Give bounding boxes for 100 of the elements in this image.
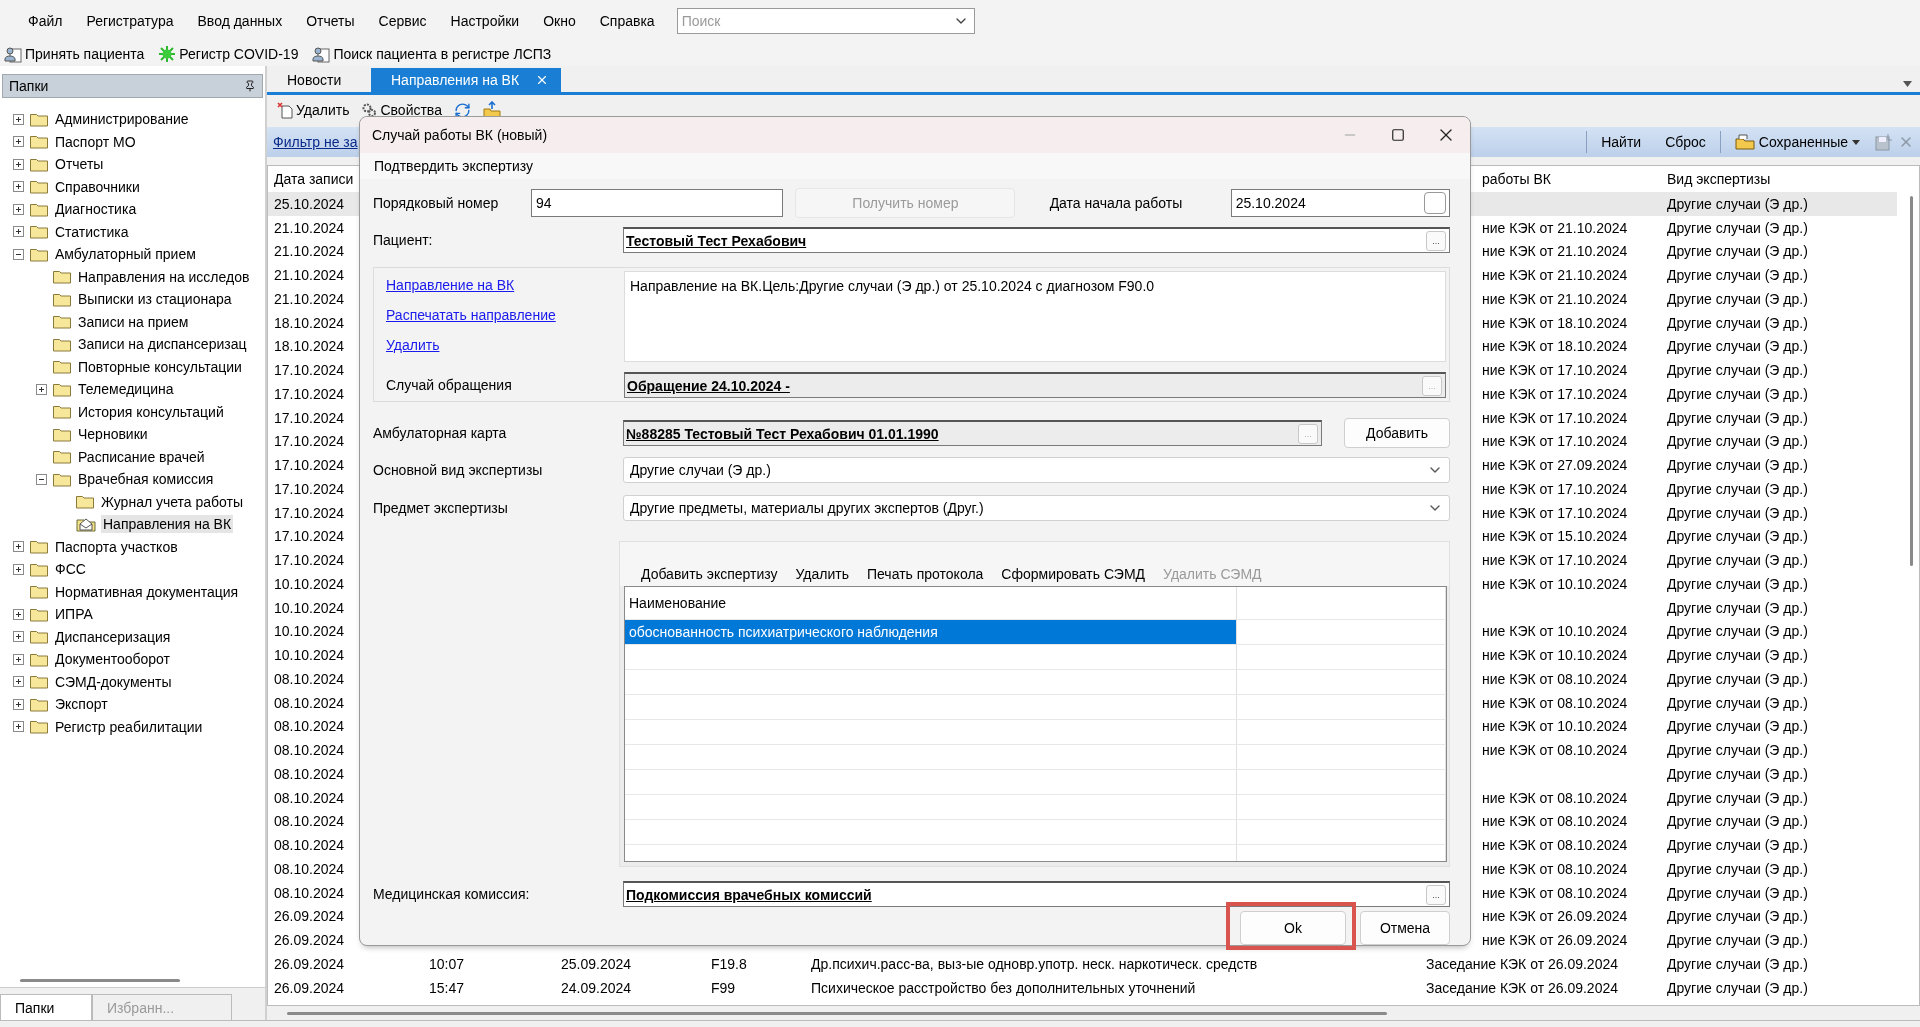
toolbar-button[interactable]: Печать протокола xyxy=(858,566,993,582)
toolbar-button[interactable]: Удалить xyxy=(786,566,858,582)
expand-icon[interactable] xyxy=(12,721,24,733)
expand-icon[interactable] xyxy=(12,181,24,193)
search-field[interactable]: Поиск xyxy=(676,8,975,34)
lookup-field[interactable]: Подкомиссия врачебных комиссий ... xyxy=(623,881,1450,907)
browse-button[interactable]: ... xyxy=(1426,884,1446,905)
table-row[interactable]: 26.09.2024 10:07 25.09.2024 F19.8 Др.психич.расс-ва, выз-ые одновр.употр. неск. наркотическ. средств Заседание КЭК от 26.09.2024 Другие случаи (Э др.) xyxy=(268,952,1897,976)
tree-item[interactable]: Документооборот xyxy=(53,650,172,669)
expand-icon[interactable] xyxy=(12,653,24,665)
tree-item[interactable]: Нормативная документация xyxy=(53,582,241,601)
column-header[interactable]: Дата записи xyxy=(274,171,354,187)
tree-item[interactable]: Администрирование xyxy=(53,110,191,129)
expand-icon[interactable] xyxy=(12,136,24,148)
column-header[interactable]: работы ВК xyxy=(1482,171,1551,187)
tree-item[interactable]: Выписки из стационара xyxy=(76,290,234,309)
expand-icon[interactable] xyxy=(12,608,24,620)
table-cell: 24.09.2024 xyxy=(561,979,632,996)
tree-item[interactable]: Черновики xyxy=(76,425,150,444)
toolbar-button[interactable]: Сформировать СЭМД xyxy=(992,566,1155,582)
tree-item[interactable]: Записи на прием xyxy=(76,312,191,331)
expand-icon[interactable] xyxy=(12,631,24,643)
filter-link[interactable]: Фильтр не за xyxy=(273,134,358,150)
ok-button[interactable]: Ok xyxy=(1240,911,1346,945)
action-link[interactable]: Направление на ВК xyxy=(386,277,624,293)
menu-item[interactable]: Ввод данных xyxy=(185,13,295,29)
tree-item[interactable]: Повторные консультации xyxy=(76,357,244,376)
toolbar-button[interactable]: Удалить xyxy=(275,101,352,119)
expand-icon[interactable] xyxy=(12,698,24,710)
tree-item[interactable]: Диспансеризация xyxy=(53,627,173,646)
date-field[interactable]: 25.10.2024 xyxy=(1230,189,1450,217)
scrollbar-icon[interactable] xyxy=(20,978,180,982)
expand-icon[interactable] xyxy=(12,541,24,553)
expand-icon[interactable] xyxy=(12,113,24,125)
document-tab[interactable]: Направления на ВК xyxy=(371,68,561,92)
tree-item[interactable]: Расписание врачей xyxy=(76,447,207,466)
menu-item[interactable]: Подтвердить экспертизу xyxy=(372,158,535,174)
tree-item[interactable]: Паспорта участков xyxy=(53,537,180,556)
tree-item[interactable]: ИПРА xyxy=(53,605,95,624)
table-row[interactable]: обоснованность психиатрического наблюдения xyxy=(625,620,1446,645)
expand-icon[interactable] xyxy=(12,203,24,215)
dropdown-icon[interactable] xyxy=(1903,81,1912,87)
tree-item[interactable]: Амбулаторный прием xyxy=(53,245,198,264)
tree-item[interactable]: Записи на диспансеризац xyxy=(76,335,249,354)
filter-button[interactable]: Найти xyxy=(1591,134,1652,150)
menu-item[interactable]: Отчеты xyxy=(294,13,367,29)
menu-item[interactable]: Сервис xyxy=(366,13,439,29)
scrollbar-icon[interactable] xyxy=(1910,196,1913,566)
cancel-button[interactable]: Отмена xyxy=(1360,911,1450,945)
tree-item[interactable]: Врачебная комиссия xyxy=(76,470,216,489)
tree-item[interactable]: ФСС xyxy=(53,560,88,579)
toolbar-button[interactable]: Свойства xyxy=(359,102,444,118)
expand-icon[interactable] xyxy=(12,563,24,575)
tree-item[interactable]: Направления на ВК xyxy=(101,515,234,534)
menu-item[interactable]: Файл xyxy=(16,13,75,29)
browse-button[interactable]: ... xyxy=(1426,230,1446,251)
document-tab[interactable]: Новости xyxy=(267,68,371,92)
menu-item[interactable]: Окно xyxy=(531,13,588,29)
tree-item[interactable]: История консультаций xyxy=(76,402,226,421)
table-row[interactable]: 26.09.2024 15:47 24.09.2024 F99 Психическое расстройство без дополнительных уточнений Заседание КЭК от 26.09.2024 Другие случаи (Э др.) xyxy=(268,975,1897,1000)
toolbar-button[interactable]: Регистр COVID-19 xyxy=(156,45,301,63)
tree-item[interactable]: Журнал учета работы xyxy=(99,492,246,511)
maximize-icon[interactable] xyxy=(1391,128,1405,142)
menu-item[interactable]: Регистратура xyxy=(74,13,186,29)
menu-item[interactable]: Справка xyxy=(587,13,667,29)
tree-item[interactable]: Статистика xyxy=(53,222,131,241)
tree-item[interactable]: Направления на исследов xyxy=(76,267,252,286)
collapse-icon[interactable] xyxy=(12,248,24,260)
toolbar-button[interactable]: Добавить экспертизу xyxy=(632,566,787,582)
number-field[interactable]: 94 xyxy=(531,189,783,217)
tree-item[interactable]: Телемедицина xyxy=(76,380,176,399)
column-header[interactable]: Вид экспертизы xyxy=(1667,171,1771,187)
menu-item[interactable]: Настройки xyxy=(438,13,532,29)
expand-icon[interactable] xyxy=(35,383,47,395)
scrollbar-icon[interactable] xyxy=(287,1011,1387,1015)
add-button[interactable]: Добавить xyxy=(1344,418,1450,448)
toolbar-button[interactable]: Принять пациента xyxy=(2,45,147,63)
calendar-button[interactable] xyxy=(1424,192,1446,214)
expand-icon[interactable] xyxy=(12,676,24,688)
saved-filters-button[interactable]: Сохраненные xyxy=(1724,134,1870,150)
select-field[interactable]: Другие случаи (Э др.) xyxy=(623,457,1450,483)
tree-item[interactable]: Паспорт МО xyxy=(53,132,138,151)
select-field[interactable]: Другие предметы, материалы других экспертов (Друг.) xyxy=(623,495,1450,521)
panel-tab[interactable]: Папки xyxy=(0,994,92,1020)
expand-icon[interactable] xyxy=(12,158,24,170)
action-link[interactable]: Распечатать направление xyxy=(386,307,624,323)
lookup-field[interactable]: Тестовый Тест Рехабович ... xyxy=(623,227,1450,253)
tree-item[interactable]: Регистр реабилитации xyxy=(53,717,205,736)
action-link[interactable]: Удалить xyxy=(386,337,624,353)
tree-item[interactable]: Диагностика xyxy=(53,200,139,219)
tree-item[interactable]: СЭМД-документы xyxy=(53,672,174,691)
tree-item[interactable]: Справочники xyxy=(53,177,142,196)
column-header[interactable]: Наименование xyxy=(625,587,1237,619)
pin-icon[interactable] xyxy=(244,80,256,92)
tree-item[interactable]: Отчеты xyxy=(53,155,106,174)
toolbar-button[interactable]: Поиск пациента в регистре ЛСПЗ xyxy=(310,45,554,63)
tree-item[interactable]: Экспорт xyxy=(53,695,110,714)
collapse-icon[interactable] xyxy=(35,473,47,485)
filter-button[interactable]: Сброс xyxy=(1655,134,1716,150)
expand-icon[interactable] xyxy=(12,226,24,238)
